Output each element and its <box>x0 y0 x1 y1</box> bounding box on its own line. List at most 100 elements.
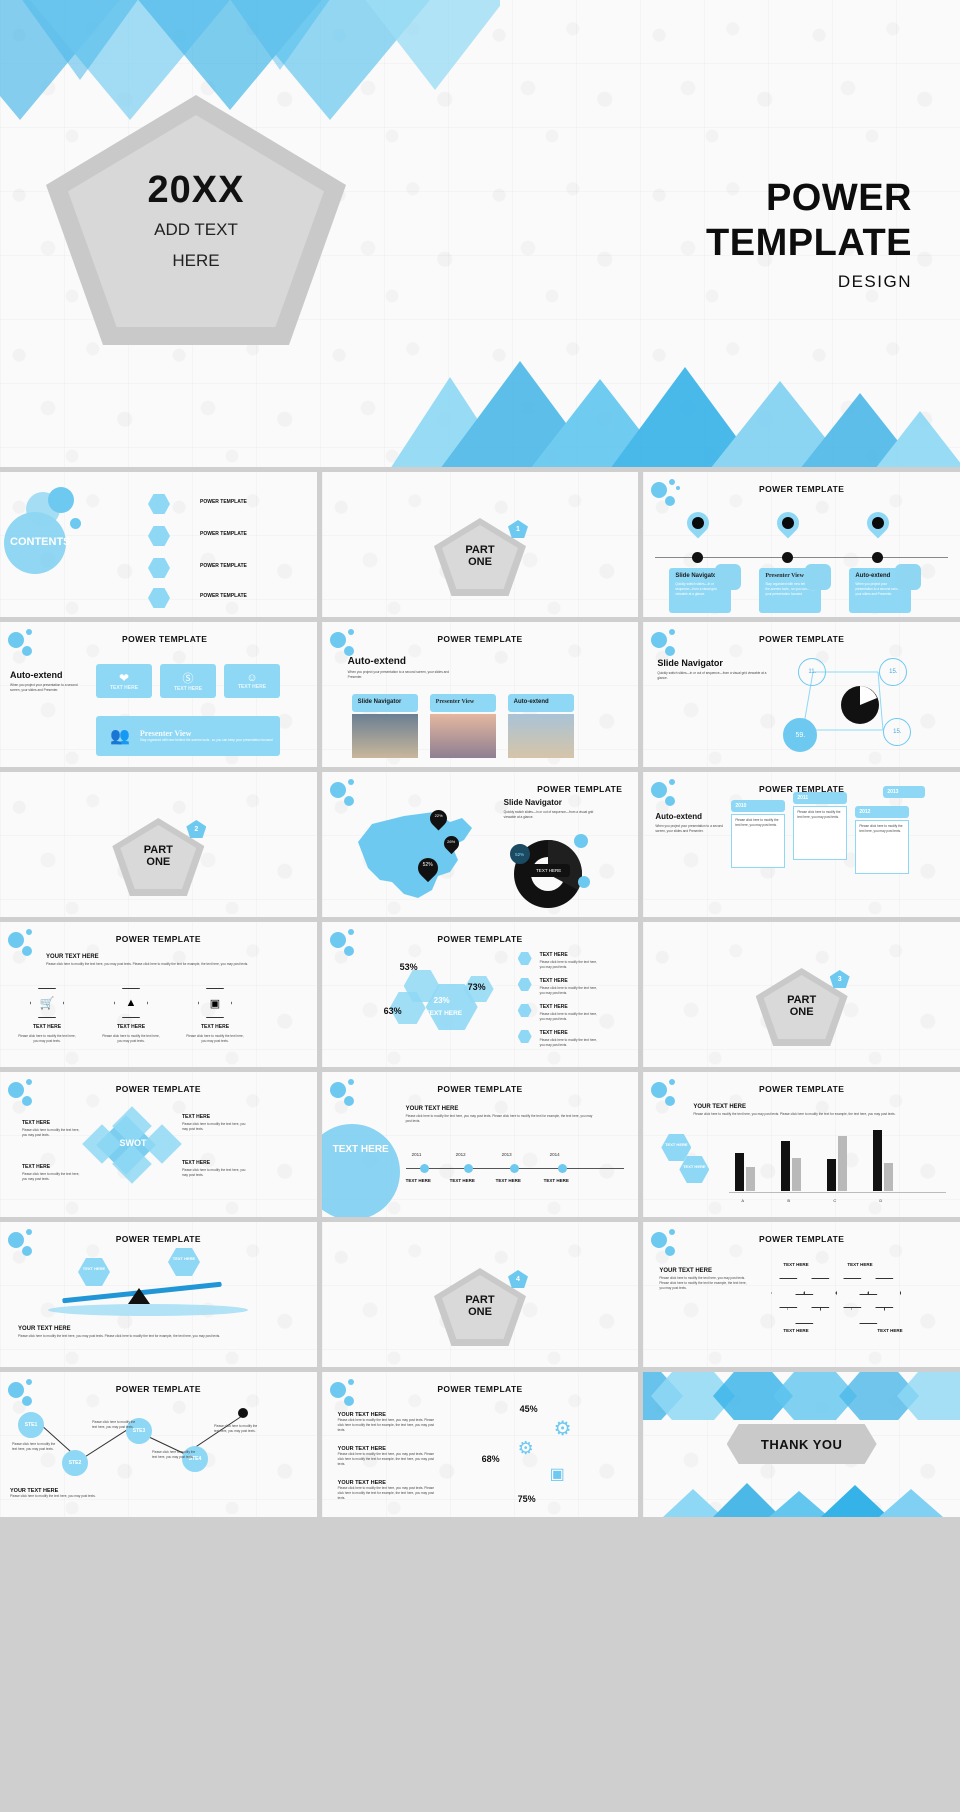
timeline-label: TEXT HERE <box>543 1178 569 1183</box>
decorative-circle <box>347 779 354 785</box>
year-card[interactable]: Please click here to modify the text her… <box>855 820 910 874</box>
decorative-circle <box>347 629 354 635</box>
speech-bubble-label: TEXT HERE <box>173 686 203 692</box>
bullet-hexagon <box>148 526 170 546</box>
title-placeholder-line2: HERE <box>172 250 220 270</box>
banner-body: Stay organized with new behind-the-scene… <box>139 738 273 743</box>
decorative-circle <box>665 496 676 506</box>
step-circle[interactable]: STE1 <box>18 1412 44 1438</box>
title-line-2: TEMPLATE <box>706 221 912 264</box>
big-circle-label: TEXT HERE <box>332 1144 389 1155</box>
speech-bubble-card[interactable]: Ⓢ TEXT HERE <box>160 664 216 698</box>
thumb-year-timeline[interactable]: POWER TEMPLATE TEXT HERE YOUR TEXT HERE … <box>321 1072 639 1217</box>
donut-badge-value: 52% <box>515 851 525 857</box>
decorative-circle <box>665 1096 676 1106</box>
step-body: Please click here to modify the text her… <box>152 1450 196 1459</box>
thumb-gear-percent[interactable]: POWER TEMPLATE YOUR TEXT HERE Please cli… <box>321 1372 639 1517</box>
contents-item-label: POWER TEMPLATE <box>200 563 247 569</box>
timeline-label: TEXT HERE <box>449 1178 475 1183</box>
thumb-hex-percent[interactable]: POWER TEMPLATE 53% 63% 23% 73% TEXT HERE… <box>321 922 639 1067</box>
title-line-1: POWER <box>765 177 912 219</box>
title-slide[interactable]: 20XX ADD TEXT HERE POWER TEMPLATE DESIGN <box>0 0 960 467</box>
person-icon-badge <box>715 564 742 590</box>
bar <box>827 1159 837 1191</box>
intro-block: YOUR TEXT HERE Please click here to modi… <box>693 1104 913 1117</box>
gear-icon: ⚙ <box>517 1438 534 1458</box>
card-header[interactable]: Presenter View <box>429 694 496 712</box>
thumb-part-one-4[interactable]: PART ONE 4 <box>321 1222 639 1367</box>
swot-body: Please click here to modify the text her… <box>182 1168 246 1177</box>
side-text-block: YOUR TEXT HERE Please click here to modi… <box>659 1268 751 1291</box>
thumb-bar-chart[interactable]: POWER TEMPLATE YOUR TEXT HERE Please cli… <box>643 1072 960 1217</box>
card-header[interactable]: Slide Navigator <box>351 694 418 712</box>
text-block: YOUR TEXT HERE Please click here to modi… <box>338 1480 438 1501</box>
thumb-photo-cards[interactable]: POWER TEMPLATE Auto-extend When you proj… <box>321 622 639 767</box>
contents-item-label: POWER TEMPLATE <box>200 531 247 537</box>
year-label: 2011 <box>797 795 809 801</box>
seesaw-base <box>48 1304 248 1316</box>
thumb-hex-chain[interactable]: POWER TEMPLATE YOUR TEXT HERE Please cli… <box>643 1222 960 1367</box>
donut-badge-small <box>577 876 590 888</box>
year-label: 2013 <box>887 789 899 795</box>
year-header[interactable]: 2010 <box>731 800 786 812</box>
cloud-icon-badge <box>895 564 922 590</box>
thumb-hex-icons[interactable]: POWER TEMPLATE YOUR TEXT HERE Please cli… <box>0 922 317 1067</box>
stat-value: 15. <box>893 729 902 735</box>
step-body: Please click here to modify the text her… <box>12 1442 56 1451</box>
footer-body: Please click here to modify the text her… <box>10 1494 96 1498</box>
x-tick-label: D <box>879 1198 883 1203</box>
speech-bubble-card[interactable]: ☺ TEXT HERE <box>224 664 280 698</box>
year-header[interactable]: 2012 <box>855 806 910 818</box>
speech-bubble-card[interactable]: ❤ TEXT HERE <box>96 664 152 698</box>
decorative-circle <box>651 482 668 498</box>
stat-value: 15. <box>889 669 898 675</box>
thumb-map-stats[interactable]: POWER TEMPLATE 22% 26% 52% Slide Navigat… <box>321 772 639 917</box>
x-tick-label: A <box>741 1198 744 1203</box>
year-header[interactable]: 2011 <box>793 792 848 804</box>
thumb-speech-bubbles[interactable]: POWER TEMPLATE Auto-extend When you proj… <box>0 622 317 767</box>
section-number: 4 <box>507 1270 528 1288</box>
seesaw-hexagon-right <box>168 1248 200 1276</box>
thumb-timeline-cards[interactable]: POWER TEMPLATE Auto-extend When you proj… <box>643 772 960 917</box>
decorative-circle <box>70 518 81 529</box>
title-subtitle: DESIGN <box>837 271 912 291</box>
year-card[interactable]: Please click here to modify the text her… <box>731 814 786 868</box>
gear-icon: ⚙ <box>553 1418 572 1440</box>
intro-title: YOUR TEXT HERE <box>693 1104 747 1110</box>
thumb-contents[interactable]: CONTENTS POWER TEMPLATE POWER TEMPLATE P… <box>0 472 317 617</box>
step-circle[interactable]: STE2 <box>62 1450 88 1476</box>
section-label-one: ONE <box>146 856 171 868</box>
map-pin-icon <box>772 507 804 540</box>
presenter-banner[interactable]: 👥 Presenter View Stay organized with new… <box>96 716 280 756</box>
card-header[interactable]: Auto-extend <box>507 694 574 712</box>
thumb-pin-cards[interactable]: POWER TEMPLATE Slide Navigator Quickly s… <box>643 472 960 617</box>
cloud-icon-badge <box>805 564 832 590</box>
chain-label: TEXT HERE <box>877 1328 903 1333</box>
thumb-seesaw[interactable]: POWER TEMPLATE TEXT HERE TEXT HERE YOUR … <box>0 1222 317 1367</box>
speech-bubble-label: TEXT HERE <box>237 684 267 690</box>
thumb-donut-circles[interactable]: POWER TEMPLATE Slide Navigator Quickly s… <box>643 622 960 767</box>
thumb-part-one-3[interactable]: PART ONE 3 <box>643 922 960 1067</box>
decorative-circle <box>8 1082 24 1098</box>
percent-value: 53% <box>399 962 418 972</box>
axis-node <box>692 552 704 563</box>
step-label: STE1 <box>24 1422 38 1428</box>
thumb-part-one-2[interactable]: PART ONE 2 <box>0 772 317 917</box>
thumb-part-one-1[interactable]: PART ONE 1 <box>321 472 639 617</box>
decorative-circle <box>669 479 676 485</box>
thank-you-banner: THANK YOU <box>726 1424 877 1464</box>
year-card[interactable]: Please click here to modify the text her… <box>793 806 848 860</box>
map-pin-stat[interactable]: 26% <box>440 832 462 856</box>
map-pin-stat[interactable]: 52% <box>413 853 442 884</box>
thumb-thank-you[interactable]: THANK YOU <box>643 1372 960 1517</box>
thumb-swot[interactable]: POWER TEMPLATE SWOT TEXT HERE Please cli… <box>0 1072 317 1217</box>
year-header[interactable]: 2013 <box>883 786 926 798</box>
decorative-circle <box>669 779 676 785</box>
seesaw-hexagon-left <box>78 1258 110 1286</box>
pin-value: 22% <box>434 813 443 818</box>
map-pin-stat[interactable]: 22% <box>426 806 451 832</box>
thumb-steps[interactable]: POWER TEMPLATE STE1 STE2 STE3 STE4 Pleas… <box>0 1372 317 1517</box>
section-label-one: ONE <box>789 1006 814 1018</box>
decorative-circle <box>22 1246 32 1256</box>
slide-title: POWER TEMPLATE <box>437 1084 523 1094</box>
